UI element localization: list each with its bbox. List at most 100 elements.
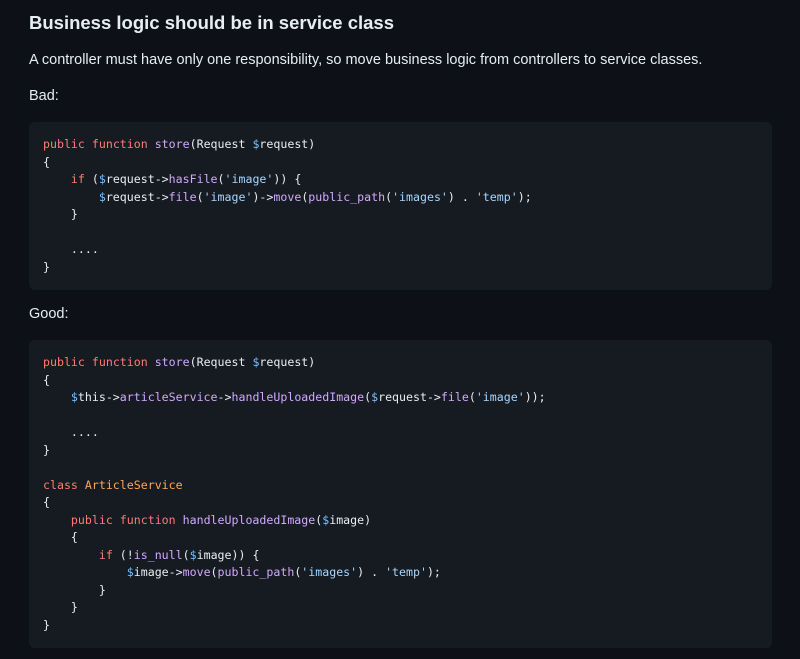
code-line: } xyxy=(43,582,758,600)
code-token: )); xyxy=(524,390,546,404)
code-token: file xyxy=(168,189,197,204)
code-token: { xyxy=(43,495,50,509)
code-line: { xyxy=(43,154,758,172)
code-token: -> xyxy=(217,390,232,404)
code-line: $this->articleService->handleUploadedIma… xyxy=(43,389,758,407)
code-token: move xyxy=(273,189,302,204)
code-token: hasFile xyxy=(168,172,218,186)
code-token: articleService xyxy=(119,390,218,404)
code-token: request) xyxy=(259,137,316,151)
code-token: } xyxy=(43,617,50,632)
code-token: request-> xyxy=(105,172,169,186)
code-token: request) xyxy=(259,355,316,369)
bad-code-block[interactable]: public function store(Request $request){… xyxy=(29,122,772,290)
code-token: store xyxy=(154,137,190,151)
code-token: ); xyxy=(517,189,532,204)
code-token: if xyxy=(70,172,85,186)
code-token: class xyxy=(43,477,78,492)
code-line: public function handleUploadedImage($ima… xyxy=(43,512,758,530)
code-token: 'temp' xyxy=(385,565,427,579)
code-token: 'image' xyxy=(224,172,274,186)
code-token: image-> xyxy=(133,565,183,579)
code-line: { xyxy=(43,494,758,512)
code-token: image) xyxy=(329,512,372,527)
code-token: } xyxy=(43,207,78,221)
code-token: public xyxy=(43,137,85,151)
code-line: .... xyxy=(43,241,758,259)
code-line: } xyxy=(43,617,758,635)
code-token: 'images' xyxy=(301,565,358,579)
code-token: { xyxy=(43,154,50,169)
code-token: move xyxy=(182,565,211,579)
code-line: } xyxy=(43,599,758,617)
code-token: } xyxy=(43,582,106,597)
code-line: } xyxy=(43,206,758,224)
code-line: $request->file('image')->move(public_pat… xyxy=(43,189,758,207)
code-token: this-> xyxy=(77,390,120,404)
code-line: public function store(Request $request) xyxy=(43,354,758,372)
code-token: store xyxy=(154,355,190,369)
code-token: ArticleService xyxy=(84,477,183,492)
code-token: ( xyxy=(385,189,393,204)
code-token: } xyxy=(43,259,50,274)
code-token: ( xyxy=(182,547,190,562)
code-token: (! xyxy=(112,547,134,562)
code-line: .... xyxy=(43,424,758,442)
code-token: ) . xyxy=(357,565,386,579)
code-token: { xyxy=(43,372,50,387)
code-token: $ xyxy=(98,172,106,186)
code-token: function xyxy=(91,137,148,151)
good-example-label: Good: xyxy=(29,306,69,322)
code-token: handleUploadedImage xyxy=(231,390,365,404)
code-line: class ArticleService xyxy=(43,477,758,495)
code-token: ( xyxy=(210,565,218,579)
code-token: )) { xyxy=(273,172,302,186)
code-line: public function store(Request $request) xyxy=(43,136,758,154)
code-token: request-> xyxy=(378,390,441,404)
code-token: public xyxy=(43,355,85,369)
good-code-block[interactable]: public function store(Request $request){… xyxy=(29,340,772,648)
code-line: if (!is_null($image)) { xyxy=(43,547,758,565)
code-token: $ xyxy=(126,565,134,579)
code-token: (Request xyxy=(189,137,253,151)
code-token: public xyxy=(70,512,113,527)
code-token: { xyxy=(43,530,78,544)
code-token: } xyxy=(43,600,78,614)
code-token: function xyxy=(91,355,148,369)
code-token: request-> xyxy=(105,189,169,204)
code-line: $image->move(public_path('images') . 'te… xyxy=(43,564,758,582)
code-token: 'images' xyxy=(392,189,448,204)
code-token: ) . xyxy=(447,189,476,204)
code-token: .... xyxy=(43,425,99,439)
code-token: file xyxy=(440,390,469,404)
code-token: handleUploadedImage xyxy=(182,512,316,527)
code-token: public_path xyxy=(308,189,386,204)
code-token: public_path xyxy=(217,565,295,579)
code-token: ); xyxy=(426,565,441,579)
code-token: is_null xyxy=(133,547,183,562)
code-token: (Request xyxy=(189,355,253,369)
section-heading: Business logic should be in service clas… xyxy=(29,12,395,33)
code-token: if xyxy=(98,547,113,562)
code-token: )-> xyxy=(252,189,274,204)
code-token: 'image' xyxy=(203,189,253,204)
code-token: 'temp' xyxy=(475,189,518,204)
code-token: ( xyxy=(84,172,99,186)
code-line: { xyxy=(43,372,758,390)
code-token: .... xyxy=(43,242,99,256)
code-line: if ($request->hasFile('image')) { xyxy=(43,171,758,189)
